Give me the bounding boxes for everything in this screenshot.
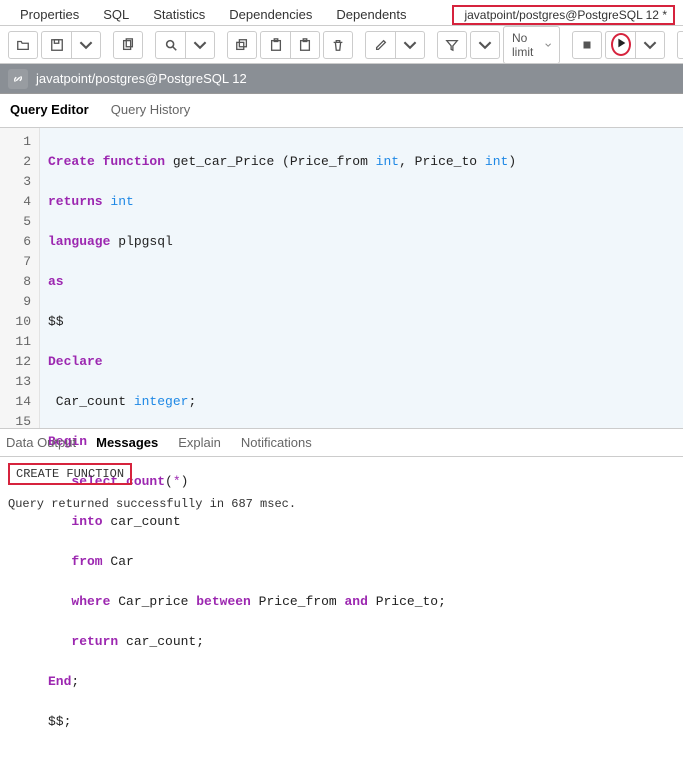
tab-data-output[interactable]: Data Output bbox=[6, 435, 76, 450]
save-button[interactable] bbox=[41, 31, 71, 59]
editor-tabs: Query Editor Query History bbox=[0, 94, 683, 128]
play-icon bbox=[611, 33, 631, 56]
copy-rows-button[interactable] bbox=[227, 31, 257, 59]
tab-sql[interactable]: SQL bbox=[91, 3, 141, 26]
find-dropdown[interactable] bbox=[185, 31, 215, 59]
tab-properties[interactable]: Properties bbox=[8, 3, 91, 26]
filter-dropdown[interactable] bbox=[470, 31, 500, 59]
query-tab-label: javatpoint/postgres@PostgreSQL 12 * bbox=[464, 8, 667, 22]
open-file-button[interactable] bbox=[8, 31, 38, 59]
line-gutter: 123456789101112131415 bbox=[0, 128, 40, 428]
toolbar: No limit bbox=[0, 26, 683, 64]
tab-dependencies[interactable]: Dependencies bbox=[217, 3, 324, 26]
code-editor[interactable]: 123456789101112131415 Create function ge… bbox=[0, 128, 683, 428]
paste-rows-button[interactable] bbox=[290, 31, 320, 59]
explain-button[interactable] bbox=[677, 31, 683, 59]
tab-notifications[interactable]: Notifications bbox=[241, 435, 312, 450]
execute-button[interactable] bbox=[605, 31, 635, 59]
edit-button[interactable] bbox=[365, 31, 395, 59]
edit-dropdown[interactable] bbox=[395, 31, 425, 59]
execute-dropdown[interactable] bbox=[635, 31, 665, 59]
delete-button[interactable] bbox=[323, 31, 353, 59]
tab-messages[interactable]: Messages bbox=[96, 435, 158, 450]
save-dropdown[interactable] bbox=[71, 31, 101, 59]
stop-button[interactable] bbox=[572, 31, 602, 59]
result-message: CREATE FUNCTION bbox=[8, 463, 132, 485]
connection-icon[interactable] bbox=[8, 69, 28, 89]
panel-tabs: Properties SQL Statistics Dependencies D… bbox=[0, 0, 683, 26]
find-button[interactable] bbox=[155, 31, 185, 59]
tab-query-tool[interactable]: javatpoint/postgres@PostgreSQL 12 * bbox=[452, 5, 675, 25]
connection-bar: javatpoint/postgres@PostgreSQL 12 bbox=[0, 64, 683, 94]
code-content[interactable]: Create function get_car_Price (Price_fro… bbox=[40, 128, 683, 428]
tab-statistics[interactable]: Statistics bbox=[141, 3, 217, 26]
paste-button[interactable] bbox=[260, 31, 290, 59]
tab-query-editor[interactable]: Query Editor bbox=[10, 102, 89, 121]
connection-label: javatpoint/postgres@PostgreSQL 12 bbox=[36, 71, 247, 86]
limit-select[interactable]: No limit bbox=[503, 26, 560, 64]
filter-button[interactable] bbox=[437, 31, 467, 59]
limit-label: No limit bbox=[512, 31, 537, 59]
tab-query-history[interactable]: Query History bbox=[111, 102, 190, 121]
copy-button[interactable] bbox=[113, 31, 143, 59]
tab-explain[interactable]: Explain bbox=[178, 435, 221, 450]
tab-dependents[interactable]: Dependents bbox=[324, 3, 418, 26]
